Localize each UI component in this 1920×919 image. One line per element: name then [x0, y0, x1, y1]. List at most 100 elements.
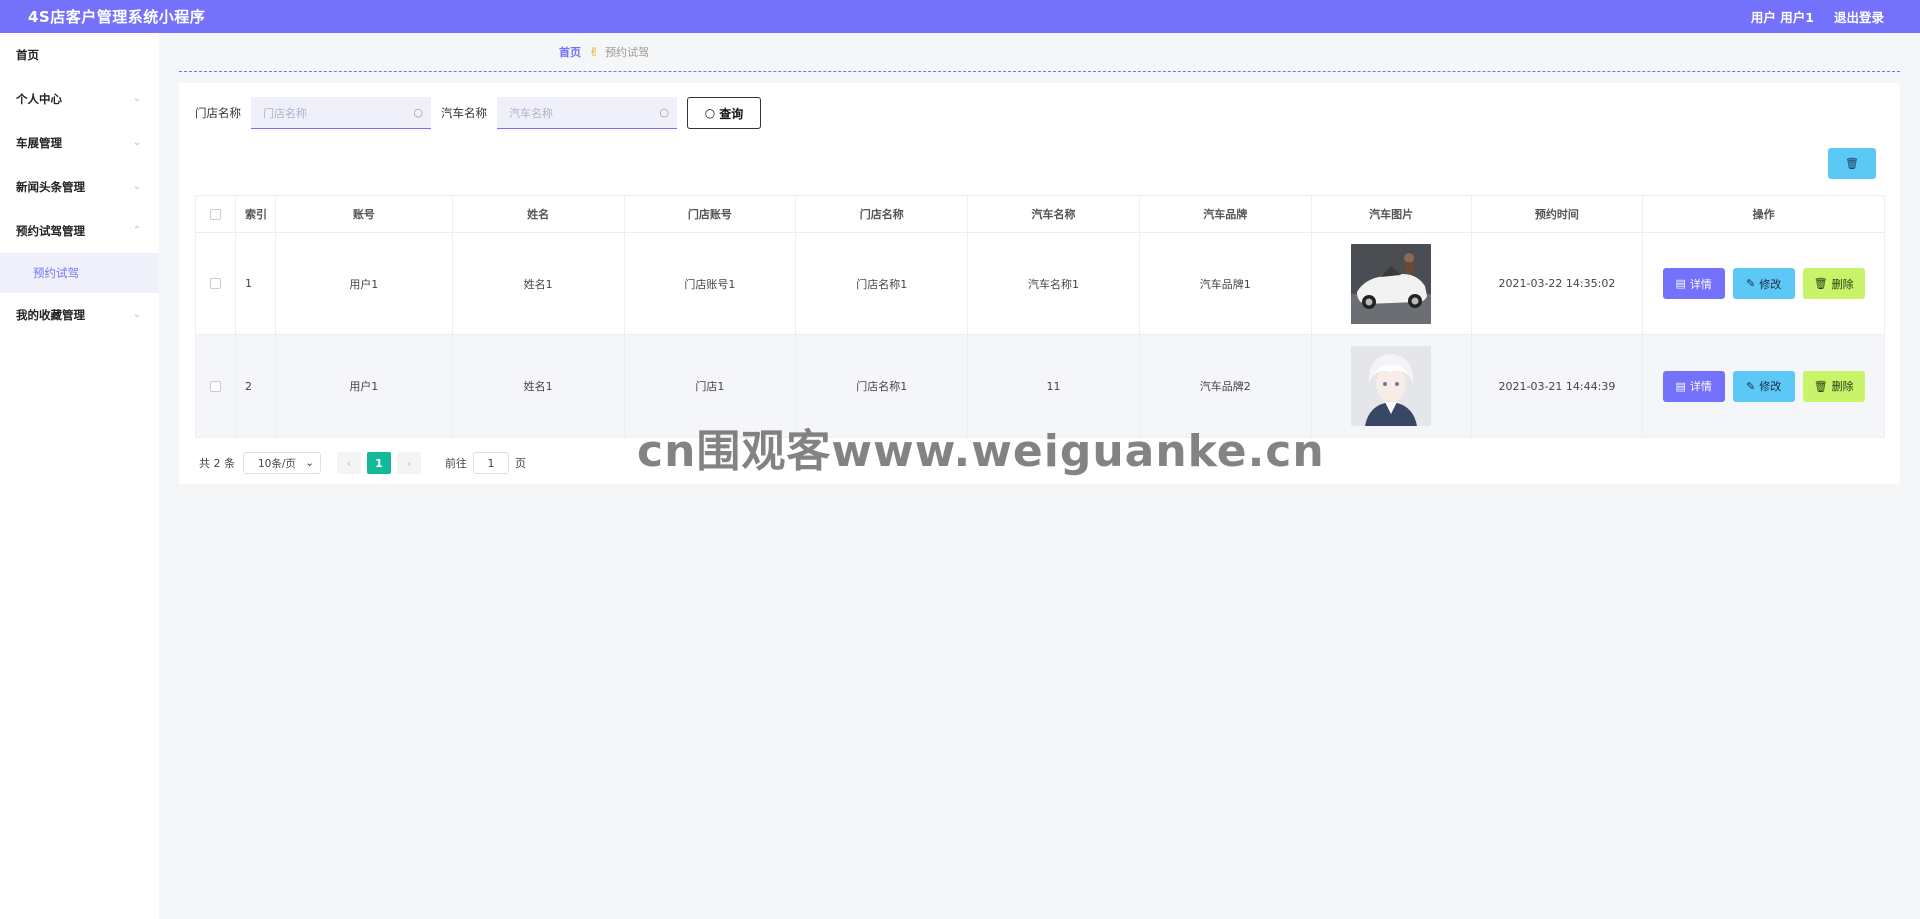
sidebar-item-test-drive[interactable]: 预约试驾管理 ⌃ — [0, 209, 159, 253]
prev-page-button[interactable]: ‹ — [337, 452, 361, 474]
car-name-placeholder: 汽车名称 — [509, 106, 553, 120]
column-header: 门店名称 — [796, 196, 969, 232]
table-row: 1 用户1 姓名1 门店账号1 门店名称1 汽车名称1 汽车品牌1 2021-0… — [196, 233, 1884, 335]
chevron-down-icon: ⌄ — [132, 93, 142, 104]
pencil-icon: ✎ — [1746, 379, 1756, 393]
store-name-cell: 门店名称1 — [796, 335, 969, 437]
app-title: 4S店客户管理系统小程序 — [28, 8, 206, 26]
car-image[interactable] — [1351, 346, 1432, 426]
chevron-left-icon: ‹ — [346, 456, 352, 470]
account-cell: 用户1 — [276, 335, 453, 437]
delete-label: 删除 — [1831, 277, 1854, 291]
hand-icon: ✌ — [589, 45, 600, 59]
column-header: 姓名 — [453, 196, 625, 232]
actions-cell: ▤ 详情 ✎ 修改 🗑 删除 — [1643, 335, 1884, 437]
document-icon: ▤ — [1675, 277, 1686, 290]
store-name-cell: 门店名称1 — [796, 233, 969, 334]
edit-label: 修改 — [1759, 277, 1782, 291]
car-name-input[interactable]: 汽车名称 ○ — [497, 97, 677, 129]
delete-button[interactable]: 🗑 删除 — [1802, 370, 1865, 402]
breadcrumb: 首页 ✌ 预约试驾 — [179, 33, 1900, 72]
row-actions: ▤ 详情 ✎ 修改 🗑 删除 — [1662, 268, 1865, 299]
index-cell: 2 — [236, 335, 276, 437]
goto-page-input[interactable]: 1 — [473, 452, 509, 474]
page-size-select[interactable]: 10条/页 ⌄ — [243, 452, 321, 474]
edit-button[interactable]: ✎ 修改 — [1732, 370, 1795, 402]
header-actions: 用户 用户1 退出登录 — [1751, 7, 1884, 26]
delete-label: 删除 — [1831, 380, 1854, 393]
select-all-cell — [196, 196, 236, 232]
column-header: 门店账号 — [625, 196, 797, 232]
current-user: 用户 用户1 — [1750, 10, 1814, 25]
select-all-checkbox[interactable] — [209, 208, 221, 220]
sidebar-item-home[interactable]: 首页 — [0, 33, 159, 77]
trash-icon: 🗑 — [1813, 277, 1828, 290]
sidebar-item-label: 预约试驾管理 — [16, 224, 85, 238]
store-account-cell: 门店1 — [625, 335, 797, 437]
chevron-right-icon: › — [406, 456, 412, 470]
search-bar: 门店名称 门店名称 ○ 汽车名称 汽车名称 ○ ○ 查询 — [195, 97, 761, 129]
goto-suffix: 页 — [515, 457, 526, 470]
page-number-current[interactable]: 1 — [367, 452, 391, 474]
column-header: 索引 — [236, 196, 276, 232]
query-button-label: 查询 — [719, 106, 744, 121]
car-brand-cell: 汽车品牌1 — [1140, 233, 1312, 334]
pencil-icon: ✎ — [1746, 277, 1756, 290]
chevron-down-icon: ⌄ — [132, 309, 142, 320]
sidebar-item-label: 个人中心 — [16, 92, 62, 106]
sidebar-item-label: 我的收藏管理 — [16, 308, 85, 322]
next-page-button[interactable]: › — [397, 452, 421, 474]
sidebar-item-news[interactable]: 新闻头条管理 ⌄ — [0, 165, 159, 209]
delete-button[interactable]: 🗑 删除 — [1802, 268, 1865, 299]
breadcrumb-home[interactable]: 首页 — [559, 44, 581, 60]
index-cell: 1 — [236, 233, 276, 334]
sidebar-subitem-test-drive[interactable]: 预约试驾 — [0, 253, 159, 293]
name-cell: 姓名1 — [453, 335, 625, 437]
column-header: 账号 — [276, 196, 453, 232]
page-size-value: 10条/页 — [258, 457, 296, 470]
batch-delete-button[interactable]: 🗑 — [1828, 148, 1876, 179]
account-cell: 用户1 — [276, 233, 453, 334]
chevron-down-icon: ⌄ — [132, 181, 142, 192]
time-cell: 2021-03-21 14:44:39 — [1472, 335, 1644, 437]
query-button[interactable]: ○ 查询 — [687, 97, 761, 129]
data-table: 索引 账号 姓名 门店账号 门店名称 汽车名称 汽车品牌 汽车图片 预约时间 操… — [195, 195, 1885, 438]
logout-link[interactable]: 退出登录 — [1834, 7, 1884, 26]
row-select-cell — [196, 335, 236, 437]
car-image-cell — [1312, 233, 1472, 334]
table-header-row: 索引 账号 姓名 门店账号 门店名称 汽车名称 汽车品牌 汽车图片 预约时间 操… — [196, 196, 1884, 233]
main-content: 首页 ✌ 预约试驾 门店名称 门店名称 ○ 汽车名称 汽车名称 ○ ○ 查询 🗑 — [159, 33, 1920, 919]
row-checkbox[interactable] — [209, 278, 221, 289]
pagination: 共 2 条 10条/页 ⌄ ‹ 1 › 前往 1 页 — [199, 452, 526, 474]
car-image[interactable] — [1351, 243, 1432, 324]
total-count: 共 2 条 — [199, 457, 235, 470]
row-checkbox[interactable] — [209, 380, 221, 392]
sidebar-item-label: 预约试驾 — [33, 266, 79, 280]
chevron-up-icon: ⌃ — [132, 225, 142, 236]
goto-prefix: 前往 — [445, 457, 467, 470]
car-brand-cell: 汽车品牌2 — [1140, 335, 1312, 437]
detail-label: 详情 — [1689, 277, 1712, 291]
chevron-down-icon: ⌄ — [305, 457, 314, 469]
detail-button[interactable]: ▤ 详情 — [1662, 268, 1725, 299]
edit-label: 修改 — [1759, 380, 1782, 393]
sidebar-item-label: 新闻头条管理 — [16, 180, 85, 194]
name-cell: 姓名1 — [453, 233, 625, 334]
store-name-input[interactable]: 门店名称 ○ — [251, 97, 431, 129]
edit-button[interactable]: ✎ 修改 — [1732, 268, 1795, 299]
goto-page: 前往 1 页 — [445, 452, 526, 474]
column-header: 汽车图片 — [1312, 196, 1472, 232]
row-actions: ▤ 详情 ✎ 修改 🗑 删除 — [1662, 370, 1865, 402]
sidebar-item-profile[interactable]: 个人中心 ⌄ — [0, 77, 159, 121]
sidebar: 首页 个人中心 ⌄ 车展管理 ⌄ 新闻头条管理 ⌄ 预约试驾管理 ⌃ 预约试驾 … — [0, 33, 159, 919]
car-name-label: 汽车名称 — [441, 106, 487, 120]
store-name-label: 门店名称 — [195, 106, 241, 120]
sidebar-item-favorites[interactable]: 我的收藏管理 ⌄ — [0, 293, 159, 337]
content-panel: 门店名称 门店名称 ○ 汽车名称 汽车名称 ○ ○ 查询 🗑 索引 账号 姓名 … — [179, 83, 1900, 484]
detail-button[interactable]: ▤ 详情 — [1662, 370, 1725, 402]
trash-icon: 🗑 — [1845, 157, 1859, 170]
store-account-cell: 门店账号1 — [625, 233, 797, 334]
column-header: 汽车名称 — [968, 196, 1140, 232]
sidebar-item-car-show[interactable]: 车展管理 ⌄ — [0, 121, 159, 165]
chevron-down-icon: ⌄ — [132, 137, 142, 148]
